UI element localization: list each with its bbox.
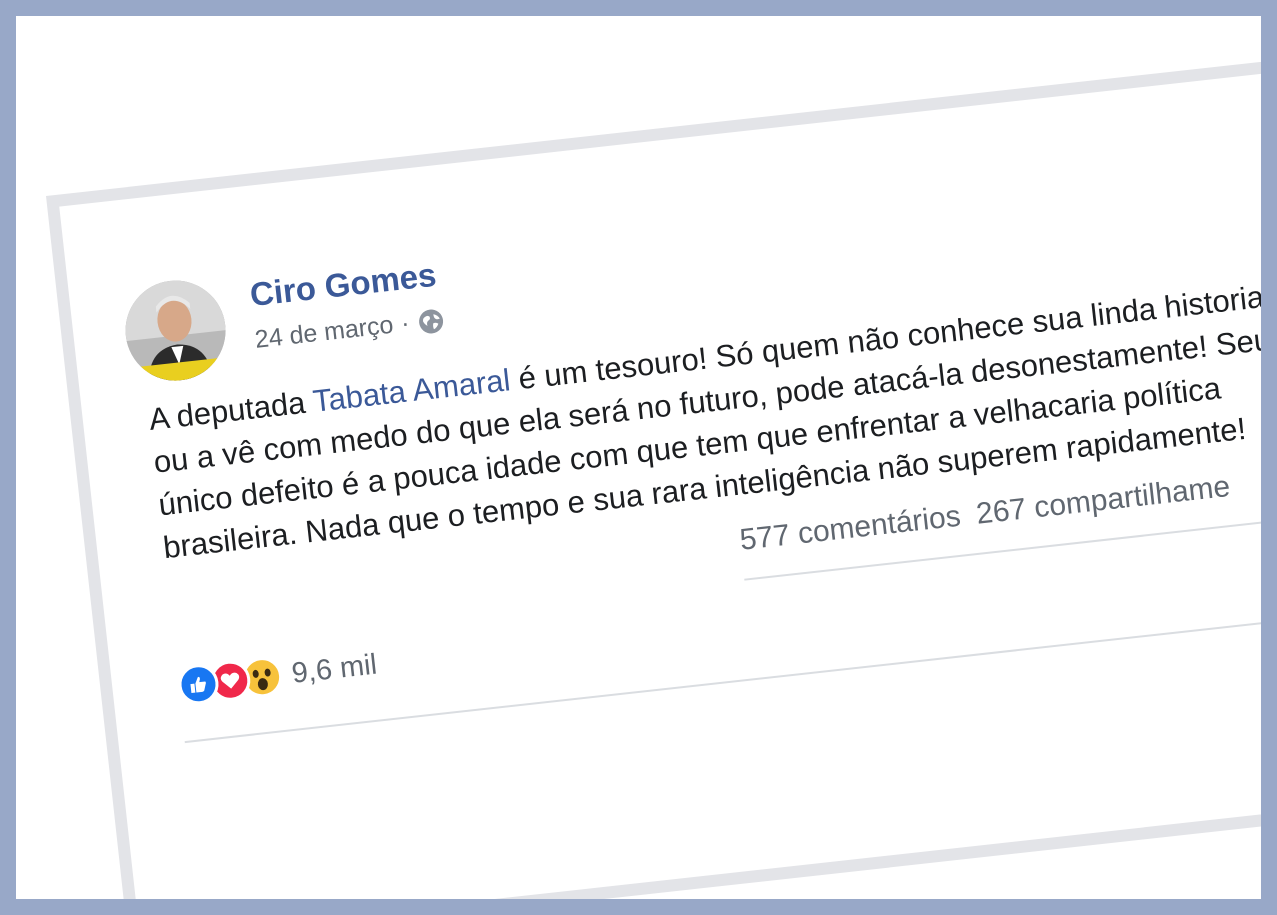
screenshot-frame: Ciro Gomes 24 de março · A deputada Taba… [16,16,1261,899]
comments-count[interactable]: 577 comentários [738,500,962,557]
meta-separator: · [399,308,411,338]
post-date[interactable]: 24 de março [254,311,395,355]
post-text: A deputada Tabata Amaral é um tesouro! S… [147,271,1261,569]
shares-count[interactable]: 267 compartilhame [975,470,1232,531]
facebook-post-card: Ciro Gomes 24 de março · A deputada Taba… [46,40,1261,899]
post-meta: 24 de março · [254,305,447,355]
globe-icon[interactable] [416,306,447,337]
avatar-photo [120,275,231,386]
author-name[interactable]: Ciro Gomes [248,256,438,314]
author-avatar[interactable] [120,275,231,386]
reactions-count[interactable]: 9,6 mil [290,648,379,690]
reactions-summary[interactable]: 9,6 mil [176,645,379,707]
